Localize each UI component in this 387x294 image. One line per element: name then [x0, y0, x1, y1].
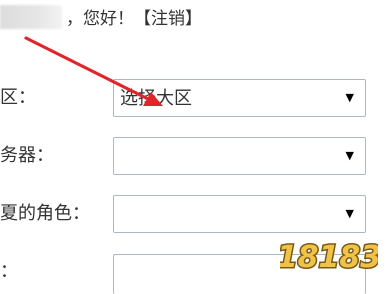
greeting-text: ，您好！	[66, 9, 134, 29]
role-label: 夏的角色：	[0, 203, 90, 224]
fourth-field-label: ：	[0, 261, 18, 282]
blurred-username	[0, 5, 62, 29]
region-label: 区：	[0, 87, 36, 108]
chevron-down-icon: ▼	[345, 207, 354, 220]
region-select-value: 选择大区	[120, 88, 192, 109]
watermark-text: 18183	[280, 240, 378, 275]
server-label: 务器：	[0, 145, 54, 166]
greeting-line: ，您好！【注销】	[66, 8, 202, 30]
chevron-down-icon: ▼	[345, 149, 354, 162]
role-select[interactable]: ▼	[113, 195, 366, 233]
server-select[interactable]: ▼	[113, 137, 366, 175]
logout-link[interactable]: 【注销】	[134, 9, 202, 29]
watermark-logo: 18183	[280, 239, 378, 277]
region-select[interactable]: 选择大区 ▼	[113, 79, 366, 117]
chevron-down-icon: ▼	[345, 91, 354, 104]
